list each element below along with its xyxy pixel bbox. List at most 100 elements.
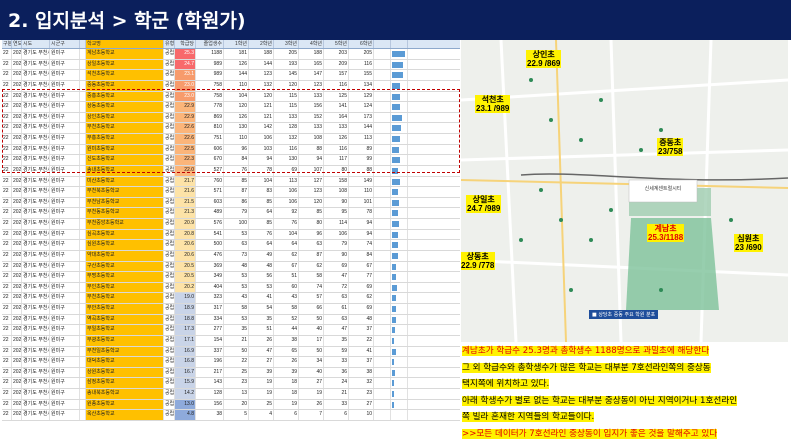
cell-n[interactable]: 810 xyxy=(196,123,224,133)
cell-g5[interactable]: 61 xyxy=(324,304,349,314)
cell-gu[interactable]: 원미구 xyxy=(50,261,80,272)
header-cell[interactable] xyxy=(391,40,408,48)
cell-n[interactable]: 576 xyxy=(196,219,224,229)
cell-g4[interactable]: 62 xyxy=(299,261,324,272)
cell-ratio[interactable]: 23.0 xyxy=(175,80,196,91)
cell-n[interactable]: 751 xyxy=(196,134,224,144)
cell-n[interactable]: 476 xyxy=(196,250,224,261)
cell-no[interactable]: 22 xyxy=(2,123,12,133)
cell-g3[interactable]: 51 xyxy=(274,272,299,282)
table-row[interactable]: 222021경기도 부천시원미구 부일초등학교공립17.3277355144404… xyxy=(2,325,460,336)
cell-databar[interactable] xyxy=(391,240,408,250)
cell-school[interactable]: 부안초등학교 xyxy=(86,304,164,314)
cell-g2[interactable]: 121 xyxy=(249,102,274,112)
cell-no[interactable]: 22 xyxy=(2,59,12,70)
cell-g5[interactable]: 157 xyxy=(324,70,349,80)
table-row[interactable]: 222021경기도 부천시원미구부광초등학교공립17.1154212638173… xyxy=(2,335,460,347)
cell-g1[interactable]: 76 xyxy=(224,165,249,176)
cell-g4[interactable]: 87 xyxy=(299,250,324,261)
cell-g4[interactable]: 34 xyxy=(299,357,324,367)
cell-yr[interactable]: 2021 xyxy=(12,187,22,197)
cell-g4[interactable]: 133 xyxy=(299,123,324,133)
cell-ratio[interactable]: 23.0 xyxy=(175,91,196,102)
cell-no[interactable]: 22 xyxy=(2,250,12,261)
table-row[interactable]: 222021경기도 부천시원미구계남초등학교공립25.3118818118820… xyxy=(2,49,460,60)
cell-databar[interactable] xyxy=(374,261,391,272)
cell-gu[interactable]: 원미구 xyxy=(50,272,80,282)
cell-gu[interactable]: 원미구 xyxy=(50,208,80,218)
cell-g3[interactable]: 145 xyxy=(274,70,299,80)
cell-g1[interactable]: 110 xyxy=(224,80,249,91)
table-row[interactable]: 222021경기도 부천시원미구상원초등학교공립16.7217253939403… xyxy=(2,367,460,379)
cell-sido[interactable]: 경기도 부천시 xyxy=(22,335,50,346)
cell-yr[interactable]: 2021 xyxy=(12,357,22,367)
table-row[interactable]: 222021경기도 부천시원미구부천일초등학교공립16.933750476550… xyxy=(2,346,460,358)
cell-g1[interactable]: 144 xyxy=(224,70,249,80)
cell-g1[interactable]: 110 xyxy=(224,134,249,144)
cell-g4[interactable]: 188 xyxy=(299,49,324,59)
cell-g5[interactable]: 209 xyxy=(324,59,349,70)
cell-databar[interactable] xyxy=(374,187,391,197)
cell-sido[interactable]: 경기도 부천시 xyxy=(22,304,50,314)
cell-ratio[interactable]: 20.6 xyxy=(175,250,196,261)
cell-g6[interactable]: 77 xyxy=(349,272,374,282)
cell-g4[interactable]: 63 xyxy=(299,240,324,250)
table-row[interactable]: 222021경기도 부천시원미구송내북초등학교공립14.212813191819… xyxy=(2,389,460,400)
cell-type[interactable]: 공립 xyxy=(164,229,175,240)
cell-g6[interactable]: 94 xyxy=(349,229,374,240)
cell-g3[interactable]: 43 xyxy=(274,293,299,303)
cell-school[interactable]: 중흥초등학교 xyxy=(86,91,164,102)
cell-databar[interactable] xyxy=(391,282,408,293)
cell-type[interactable]: 공립 xyxy=(164,219,175,229)
table-row[interactable]: 222021경기도 부천시원미구 중흥초등학교공립23.0758104120115… xyxy=(2,91,460,103)
header-cell[interactable]: 2학년 xyxy=(249,40,274,48)
cell-g2[interactable]: 120 xyxy=(249,91,274,102)
cell-no[interactable]: 22 xyxy=(2,261,12,272)
cell-g3[interactable]: 205 xyxy=(274,49,299,59)
cell-g1[interactable]: 181 xyxy=(224,49,249,59)
header-cell[interactable]: 4학년 xyxy=(299,40,324,48)
cell-yr[interactable]: 2021 xyxy=(12,91,22,102)
cell-sido[interactable]: 경기도 부천시 xyxy=(22,282,50,293)
cell-yr[interactable]: 2021 xyxy=(12,335,22,346)
cell-ratio[interactable]: 16.7 xyxy=(175,367,196,378)
cell-g2[interactable]: 121 xyxy=(249,112,274,123)
cell-n[interactable]: 603 xyxy=(196,197,224,208)
cell-ratio[interactable]: 24.7 xyxy=(175,59,196,70)
cell-sido[interactable]: 경기도 부천시 xyxy=(22,59,50,70)
cell-no[interactable]: 22 xyxy=(2,80,12,91)
cell-school[interactable]: 신도초등학교 xyxy=(86,155,164,165)
cell-g3[interactable]: 193 xyxy=(274,59,299,70)
header-cell[interactable]: 3학년 xyxy=(274,40,299,48)
cell-school[interactable]: 부천초등학교 xyxy=(86,123,164,133)
cell-g4[interactable]: 123 xyxy=(299,187,324,197)
cell-n[interactable]: 758 xyxy=(196,91,224,102)
cell-n[interactable]: 500 xyxy=(196,240,224,250)
cell-g4[interactable]: 19 xyxy=(299,389,324,399)
table-row[interactable]: 222021경기도 부천시원미구부안초등학교공립18.9317585458666… xyxy=(2,304,460,315)
cell-ratio[interactable]: 22.6 xyxy=(175,123,196,133)
cell-g4[interactable]: 123 xyxy=(299,80,324,91)
cell-g2[interactable]: 64 xyxy=(249,208,274,218)
cell-ratio[interactable]: 18.8 xyxy=(175,314,196,325)
table-row[interactable]: 222021경기도 부천시원미구원미초등학교공립22.5606961031168… xyxy=(2,144,460,156)
cell-databar[interactable] xyxy=(374,144,391,155)
cell-type[interactable]: 공립 xyxy=(164,357,175,367)
cell-yr[interactable]: 2021 xyxy=(12,197,22,208)
cell-type[interactable]: 공립 xyxy=(164,293,175,303)
cell-g6[interactable]: 124 xyxy=(349,102,374,112)
cell-g6[interactable]: 22 xyxy=(349,335,374,346)
cell-gu[interactable]: 원미구 xyxy=(50,389,80,399)
cell-g2[interactable]: 47 xyxy=(249,346,274,357)
cell-databar[interactable] xyxy=(391,325,408,335)
header-cell[interactable]: 6학년 xyxy=(349,40,374,48)
cell-ratio[interactable]: 21.3 xyxy=(175,208,196,218)
cell-gu[interactable]: 원미구 xyxy=(50,367,80,378)
table-row[interactable]: 222021경기도 부천시원미구부인초등학교공립20.2404535360747… xyxy=(2,282,460,294)
cell-g3[interactable]: 67 xyxy=(274,261,299,272)
cell-school[interactable]: 송내북초등학교 xyxy=(86,389,164,399)
cell-databar[interactable] xyxy=(391,155,408,165)
cell-databar[interactable] xyxy=(391,293,408,303)
cell-sido[interactable]: 경기도 부천시 xyxy=(22,112,50,123)
cell-n[interactable]: 571 xyxy=(196,187,224,197)
